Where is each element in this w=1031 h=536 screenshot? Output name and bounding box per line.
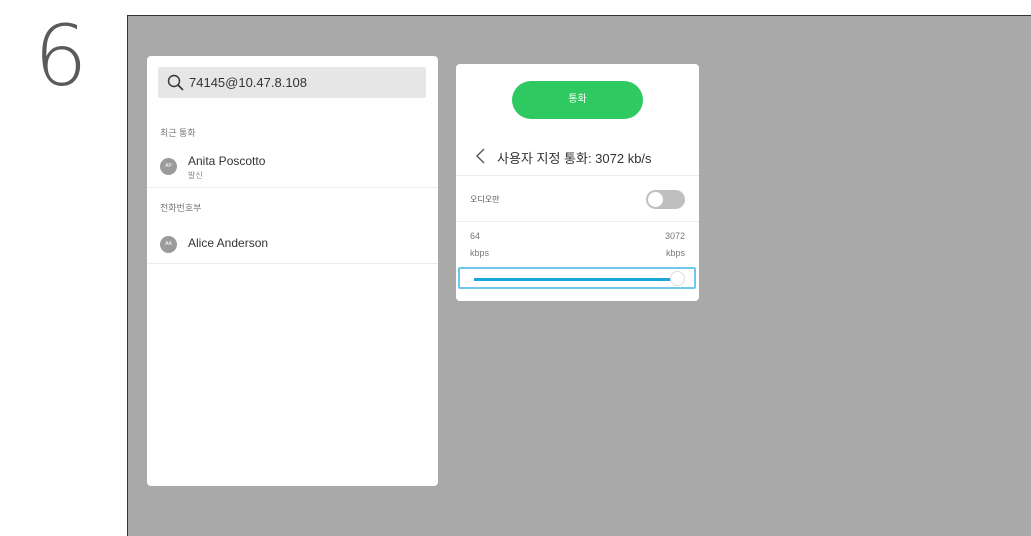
- audio-only-toggle[interactable]: [646, 190, 685, 209]
- chevron-left-icon[interactable]: [474, 147, 488, 165]
- range-min-unit: kbps: [470, 248, 490, 258]
- contact-status: 발신: [188, 171, 203, 180]
- contacts-panel: 74145@10.47.8.108 최근 통화 AP Anita Poscott…: [147, 56, 438, 486]
- call-button[interactable]: 통화: [512, 81, 643, 119]
- range-max: 3072 kbps: [665, 231, 685, 259]
- call-rate-slider[interactable]: [458, 267, 696, 289]
- avatar: AP: [160, 158, 177, 175]
- avatar: AA: [160, 236, 177, 253]
- contact-name: Alice Anderson: [188, 236, 269, 250]
- range-max-unit: kbps: [665, 248, 685, 258]
- search-icon: [167, 74, 184, 91]
- audio-only-label: 오디오만: [470, 195, 500, 204]
- divider: [147, 263, 438, 264]
- slider-track: [474, 278, 676, 281]
- call-rate-panel: 통화 사용자 지정 통화: 3072 kb/s 오디오만 64 kbps 307…: [456, 64, 699, 301]
- search-value: 74145@10.47.8.108: [189, 75, 308, 90]
- divider: [456, 175, 699, 176]
- step-number: 6: [34, 7, 88, 105]
- contact-row-anita-poscotto[interactable]: AP Anita Poscotto 발신: [147, 148, 438, 184]
- call-rate-title: 사용자 지정 통화: 3072 kb/s: [497, 151, 652, 166]
- contact-row-alice-anderson[interactable]: AA Alice Anderson: [147, 226, 438, 262]
- divider: [147, 187, 438, 188]
- range-max-value: 3072: [664, 231, 685, 241]
- range-min: 64 kbps: [470, 231, 489, 259]
- recent-calls-label: 최근 통화: [160, 128, 196, 138]
- search-input[interactable]: 74145@10.47.8.108: [158, 67, 426, 98]
- range-min-value: 64: [470, 231, 481, 241]
- slider-handle[interactable]: [670, 271, 685, 286]
- device-screen: 74145@10.47.8.108 최근 통화 AP Anita Poscott…: [127, 15, 1031, 536]
- toggle-knob: [648, 192, 663, 207]
- directory-label: 전화번호부: [160, 203, 202, 213]
- contact-name: Anita Poscotto: [188, 154, 266, 168]
- divider: [456, 221, 699, 222]
